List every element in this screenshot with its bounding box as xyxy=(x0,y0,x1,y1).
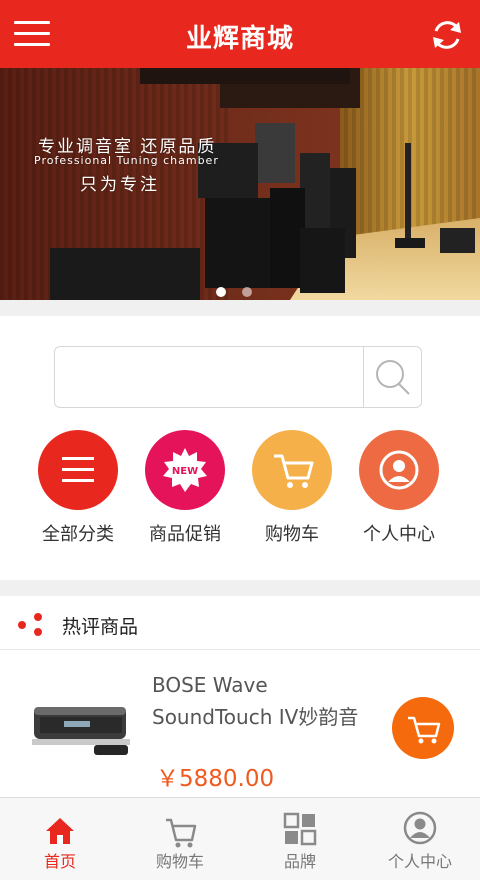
section-title: 热评商品 xyxy=(62,616,139,638)
nav-cart[interactable]: 购物车 xyxy=(120,798,240,880)
promo-banner[interactable]: 专业调音室 还原品质 Professional Tuning chamber 只… xyxy=(0,68,480,300)
shortcut-label: 商品促销 xyxy=(149,524,221,545)
app-header: 业辉商城 xyxy=(0,0,480,68)
search-input[interactable] xyxy=(63,357,353,397)
shortcut-promotions[interactable]: NEW 商品促销 xyxy=(135,430,235,546)
section-divider xyxy=(0,300,480,316)
search-icon[interactable] xyxy=(363,347,421,407)
user-icon xyxy=(403,811,437,845)
grid-icon xyxy=(283,812,317,846)
nav-brands[interactable]: 品牌 xyxy=(240,798,360,880)
cart-icon xyxy=(408,716,441,744)
home-icon xyxy=(46,818,74,844)
hot-products-header: 热评商品 xyxy=(0,596,480,650)
user-icon xyxy=(359,430,439,510)
nav-label: 品牌 xyxy=(283,852,316,871)
refresh-icon[interactable] xyxy=(428,16,466,54)
nav-home[interactable]: 首页 xyxy=(0,798,120,880)
product-name: BOSE Wave SoundTouch IV妙韵音 xyxy=(152,673,359,729)
app-title: 业辉商城 xyxy=(185,24,294,54)
banner-tagline: 只为专注 xyxy=(80,175,160,195)
new-badge-icon: NEW xyxy=(145,430,225,510)
menu-lines-icon xyxy=(38,430,118,510)
shortcut-all-categories[interactable]: 全部分类 xyxy=(28,430,128,546)
banner-subtitle: Professional Tuning chamber xyxy=(34,154,219,167)
cart-icon xyxy=(166,818,197,848)
shortcut-profile[interactable]: 个人中心 xyxy=(349,430,449,546)
shortcut-label: 购物车 xyxy=(265,524,319,545)
shortcut-label: 全部分类 xyxy=(42,524,114,545)
shortcut-label: 个人中心 xyxy=(363,524,435,545)
add-to-cart-button[interactable] xyxy=(392,697,454,759)
nav-label: 个人中心 xyxy=(387,852,452,871)
nav-profile[interactable]: 个人中心 xyxy=(360,798,480,880)
banner-dot-active[interactable] xyxy=(216,287,226,297)
banner-pagination xyxy=(216,282,268,300)
bottom-nav: 首页 购物车 品牌 个人中心 xyxy=(0,797,480,880)
cart-icon xyxy=(252,430,332,510)
dots-icon xyxy=(18,613,42,636)
product-image xyxy=(32,707,130,755)
nav-label: 购物车 xyxy=(155,852,204,871)
product-price: ￥5880.00 xyxy=(156,766,275,792)
shortcut-cart[interactable]: 购物车 xyxy=(242,430,342,546)
svg-text:NEW: NEW xyxy=(172,466,198,477)
product-card[interactable]: BOSE Wave SoundTouch IV妙韵音 ￥5880.00 xyxy=(0,651,480,801)
section-divider xyxy=(0,580,480,596)
search-box xyxy=(54,346,422,408)
banner-image xyxy=(0,68,480,300)
nav-label: 首页 xyxy=(43,852,76,871)
banner-dot[interactable] xyxy=(242,287,252,297)
